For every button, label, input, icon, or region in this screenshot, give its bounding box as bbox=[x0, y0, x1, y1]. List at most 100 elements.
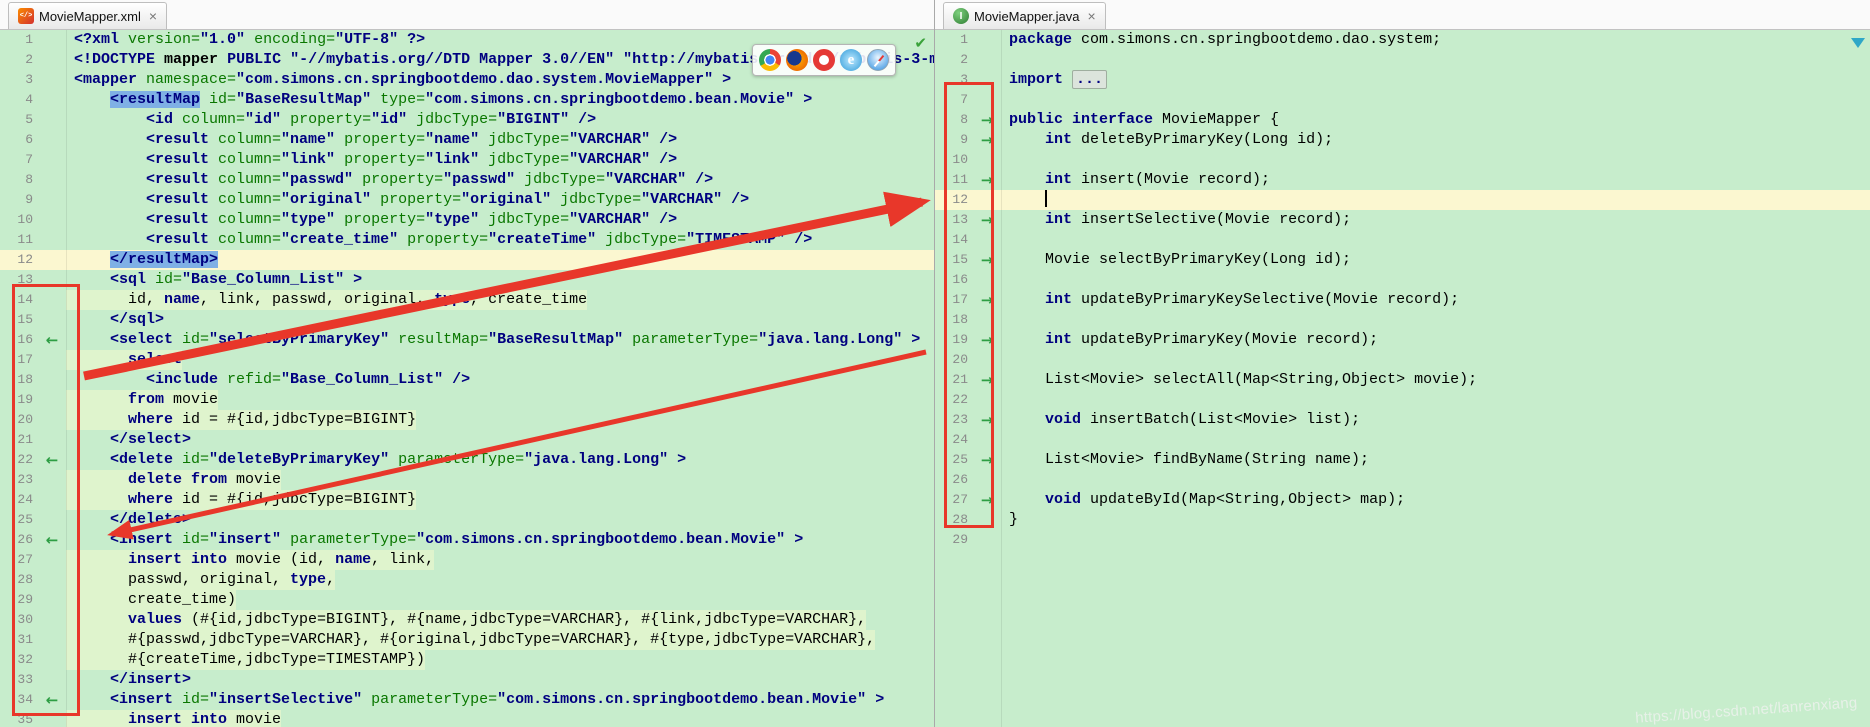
code-line[interactable]: 17 select bbox=[0, 350, 934, 370]
code-line[interactable]: 10 bbox=[935, 150, 1870, 170]
tab-label: MovieMapper.xml bbox=[39, 9, 141, 24]
code-line[interactable]: 11→ int insert(Movie record); bbox=[935, 170, 1870, 190]
code-line[interactable]: 4 <resultMap id="BaseResultMap" type="co… bbox=[0, 90, 934, 110]
mybatis-nav-arrow-icon[interactable]: → bbox=[973, 450, 1001, 470]
code-line[interactable]: 17→ int updateByPrimaryKeySelective(Movi… bbox=[935, 290, 1870, 310]
safari-icon[interactable] bbox=[867, 49, 889, 71]
inspection-ok-icon[interactable]: ✔ bbox=[914, 34, 927, 52]
code-line[interactable]: 6 <result column="name" property="name" … bbox=[0, 130, 934, 150]
code-line[interactable]: 26 bbox=[935, 470, 1870, 490]
code-line[interactable]: 20 bbox=[935, 350, 1870, 370]
code-line[interactable]: 3import ... bbox=[935, 70, 1870, 90]
code-line[interactable]: 13→ int insertSelective(Movie record); bbox=[935, 210, 1870, 230]
code-line[interactable]: 13 <sql id="Base_Column_List" > bbox=[0, 270, 934, 290]
code-line[interactable]: 18 <include refid="Base_Column_List" /> bbox=[0, 370, 934, 390]
tab-moviemapper-xml[interactable]: </> MovieMapper.xml × bbox=[8, 2, 167, 29]
ie-icon[interactable] bbox=[840, 49, 862, 71]
code-line[interactable]: 26← <insert id="insert" parameterType="c… bbox=[0, 530, 934, 550]
code-line[interactable]: 14 id, name, link, passwd, original, typ… bbox=[0, 290, 934, 310]
code-line[interactable]: 7 bbox=[935, 90, 1870, 110]
code-line[interactable]: 7 <result column="link" property="link" … bbox=[0, 150, 934, 170]
code-line[interactable]: 34← <insert id="insertSelective" paramet… bbox=[0, 690, 934, 710]
mybatis-nav-arrow-icon[interactable]: → bbox=[973, 370, 1001, 390]
code-line[interactable]: 18 bbox=[935, 310, 1870, 330]
code-line[interactable]: 12 bbox=[935, 190, 1870, 210]
code-line[interactable]: 29 create_time) bbox=[0, 590, 934, 610]
code-line[interactable]: 25 </delete> bbox=[0, 510, 934, 530]
code-line[interactable]: 21 </select> bbox=[0, 430, 934, 450]
code-line[interactable]: 16← <select id="selectByPrimaryKey" resu… bbox=[0, 330, 934, 350]
code-line[interactable]: 24 where id = #{id,jdbcType=BIGINT} bbox=[0, 490, 934, 510]
code-line[interactable]: 27→ void updateById(Map<String,Object> m… bbox=[935, 490, 1870, 510]
code-line[interactable]: 16 bbox=[935, 270, 1870, 290]
code-line[interactable]: 14 bbox=[935, 230, 1870, 250]
line-number: 29 bbox=[935, 530, 973, 550]
mybatis-nav-arrow-icon[interactable]: → bbox=[973, 290, 1001, 310]
code-text: <result column="passwd" property="passwd… bbox=[66, 170, 713, 190]
code-line[interactable]: 28 passwd, original, type, bbox=[0, 570, 934, 590]
mybatis-nav-arrow-icon[interactable]: ← bbox=[38, 530, 66, 550]
mybatis-nav-arrow-icon[interactable]: ← bbox=[38, 330, 66, 350]
line-number: 10 bbox=[0, 210, 38, 230]
line-number: 23 bbox=[935, 410, 973, 430]
code-line[interactable]: 23 delete from movie bbox=[0, 470, 934, 490]
xml-file-icon: </> bbox=[18, 8, 34, 24]
mybatis-nav-arrow-icon[interactable]: → bbox=[973, 490, 1001, 510]
code-line[interactable]: 15→ Movie selectByPrimaryKey(Long id); bbox=[935, 250, 1870, 270]
code-line[interactable]: 9 <result column="original" property="or… bbox=[0, 190, 934, 210]
code-line[interactable]: 24 bbox=[935, 430, 1870, 450]
java-editor[interactable]: 1package com.simons.cn.springbootdemo.da… bbox=[935, 30, 1870, 727]
chrome-icon[interactable] bbox=[759, 49, 781, 71]
code-line[interactable]: 5 <id column="id" property="id" jdbcType… bbox=[0, 110, 934, 130]
code-line[interactable]: 12 </resultMap> bbox=[0, 250, 934, 270]
code-line[interactable]: 28} bbox=[935, 510, 1870, 530]
code-line[interactable]: 20 where id = #{id,jdbcType=BIGINT} bbox=[0, 410, 934, 430]
code-line[interactable]: 9→ int deleteByPrimaryKey(Long id); bbox=[935, 130, 1870, 150]
code-line[interactable]: 29 bbox=[935, 530, 1870, 550]
mybatis-nav-arrow-icon[interactable]: → bbox=[973, 330, 1001, 350]
code-line[interactable]: 30 values (#{id,jdbcType=BIGINT}, #{name… bbox=[0, 610, 934, 630]
line-number: 9 bbox=[935, 130, 973, 150]
code-line[interactable]: 19 from movie bbox=[0, 390, 934, 410]
code-line[interactable]: 8 <result column="passwd" property="pass… bbox=[0, 170, 934, 190]
mybatis-nav-arrow-icon[interactable]: → bbox=[973, 110, 1001, 130]
mybatis-nav-arrow-icon[interactable]: → bbox=[973, 170, 1001, 190]
line-number: 17 bbox=[935, 290, 973, 310]
code-line[interactable]: 15 </sql> bbox=[0, 310, 934, 330]
code-line[interactable]: 8→public interface MovieMapper { bbox=[935, 110, 1870, 130]
mybatis-nav-arrow-icon[interactable]: → bbox=[973, 130, 1001, 150]
code-line[interactable]: 23→ void insertBatch(List<Movie> list); bbox=[935, 410, 1870, 430]
code-line[interactable]: 35 insert into movie bbox=[0, 710, 934, 727]
code-text: from movie bbox=[66, 390, 218, 410]
close-tab-icon[interactable]: × bbox=[149, 8, 157, 24]
code-line[interactable]: 11 <result column="create_time" property… bbox=[0, 230, 934, 250]
code-line[interactable]: 10 <result column="type" property="type"… bbox=[0, 210, 934, 230]
mybatis-nav-arrow-icon[interactable]: ← bbox=[38, 450, 66, 470]
opera-icon[interactable] bbox=[813, 49, 835, 71]
code-line[interactable]: 19→ int updateByPrimaryKey(Movie record)… bbox=[935, 330, 1870, 350]
tab-moviemapper-java[interactable]: I MovieMapper.java × bbox=[943, 2, 1106, 29]
code-line[interactable]: 31 #{passwd,jdbcType=VARCHAR}, #{origina… bbox=[0, 630, 934, 650]
line-number: 21 bbox=[0, 430, 38, 450]
mybatis-nav-arrow-icon[interactable]: → bbox=[973, 210, 1001, 230]
mybatis-nav-arrow-icon[interactable]: → bbox=[973, 250, 1001, 270]
gutter-space bbox=[973, 350, 1001, 370]
code-line[interactable]: 1package com.simons.cn.springbootdemo.da… bbox=[935, 30, 1870, 50]
code-line[interactable]: 27 insert into movie (id, name, link, bbox=[0, 550, 934, 570]
firefox-icon[interactable] bbox=[786, 49, 808, 71]
code-line[interactable]: 33 </insert> bbox=[0, 670, 934, 690]
line-number: 15 bbox=[0, 310, 38, 330]
line-number: 1 bbox=[935, 30, 973, 50]
line-number: 16 bbox=[935, 270, 973, 290]
mybatis-nav-arrow-icon[interactable]: ← bbox=[38, 690, 66, 710]
code-line[interactable]: 21→ List<Movie> selectAll(Map<String,Obj… bbox=[935, 370, 1870, 390]
code-line[interactable]: 22 bbox=[935, 390, 1870, 410]
code-line[interactable]: 25→ List<Movie> findByName(String name); bbox=[935, 450, 1870, 470]
xml-editor[interactable]: 1<?xml version="1.0" encoding="UTF-8" ?>… bbox=[0, 30, 934, 727]
code-line[interactable]: 22← <delete id="deleteByPrimaryKey" para… bbox=[0, 450, 934, 470]
code-line[interactable]: 2 bbox=[935, 50, 1870, 70]
close-tab-icon[interactable]: × bbox=[1088, 8, 1096, 24]
code-line[interactable]: 32 #{createTime,jdbcType=TIMESTAMP}) bbox=[0, 650, 934, 670]
mybatis-nav-arrow-icon[interactable]: → bbox=[973, 410, 1001, 430]
line-number: 3 bbox=[0, 70, 38, 90]
